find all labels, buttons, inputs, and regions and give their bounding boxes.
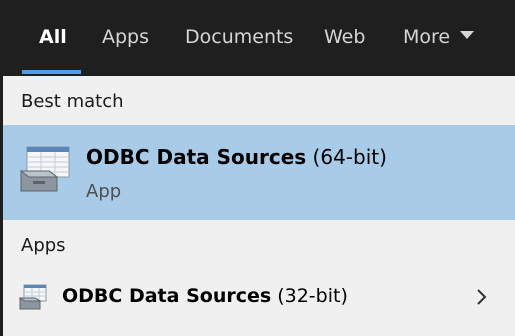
chevron-right-icon[interactable] xyxy=(475,287,489,307)
tab-more-label: More xyxy=(403,26,451,48)
app-result-odbc-32[interactable]: ODBC Data Sources (32-bit) xyxy=(3,273,515,321)
tab-documents[interactable]: Documents xyxy=(185,25,293,49)
tab-more[interactable]: More xyxy=(403,25,475,49)
odbc-database-icon xyxy=(19,284,47,310)
tab-all[interactable]: All xyxy=(39,25,67,49)
odbc-database-icon xyxy=(19,146,70,192)
best-match-heading: Best match xyxy=(21,91,124,112)
active-tab-indicator xyxy=(22,70,81,74)
best-match-result[interactable]: ODBC Data Sources (64-bit) App xyxy=(3,125,515,220)
app-result-title: ODBC Data Sources (32-bit) xyxy=(62,285,348,307)
scope-tabs: All Apps Documents Web More xyxy=(3,0,515,76)
apps-heading: Apps xyxy=(21,235,66,256)
best-match-title-suffix: (64-bit) xyxy=(306,145,387,169)
search-window: All Apps Documents Web More Best match O… xyxy=(0,0,515,336)
search-results-panel: All Apps Documents Web More Best match O… xyxy=(3,0,515,336)
caret-down-icon xyxy=(460,31,475,39)
tab-apps[interactable]: Apps xyxy=(102,25,149,49)
best-match-type: App xyxy=(86,181,122,202)
app-result-title-bold: ODBC Data Sources xyxy=(62,285,272,307)
best-match-title-bold: ODBC Data Sources xyxy=(86,145,307,169)
tab-web[interactable]: Web xyxy=(324,25,365,49)
best-match-title: ODBC Data Sources (64-bit) xyxy=(86,145,387,169)
app-result-title-suffix: (32-bit) xyxy=(271,285,348,307)
